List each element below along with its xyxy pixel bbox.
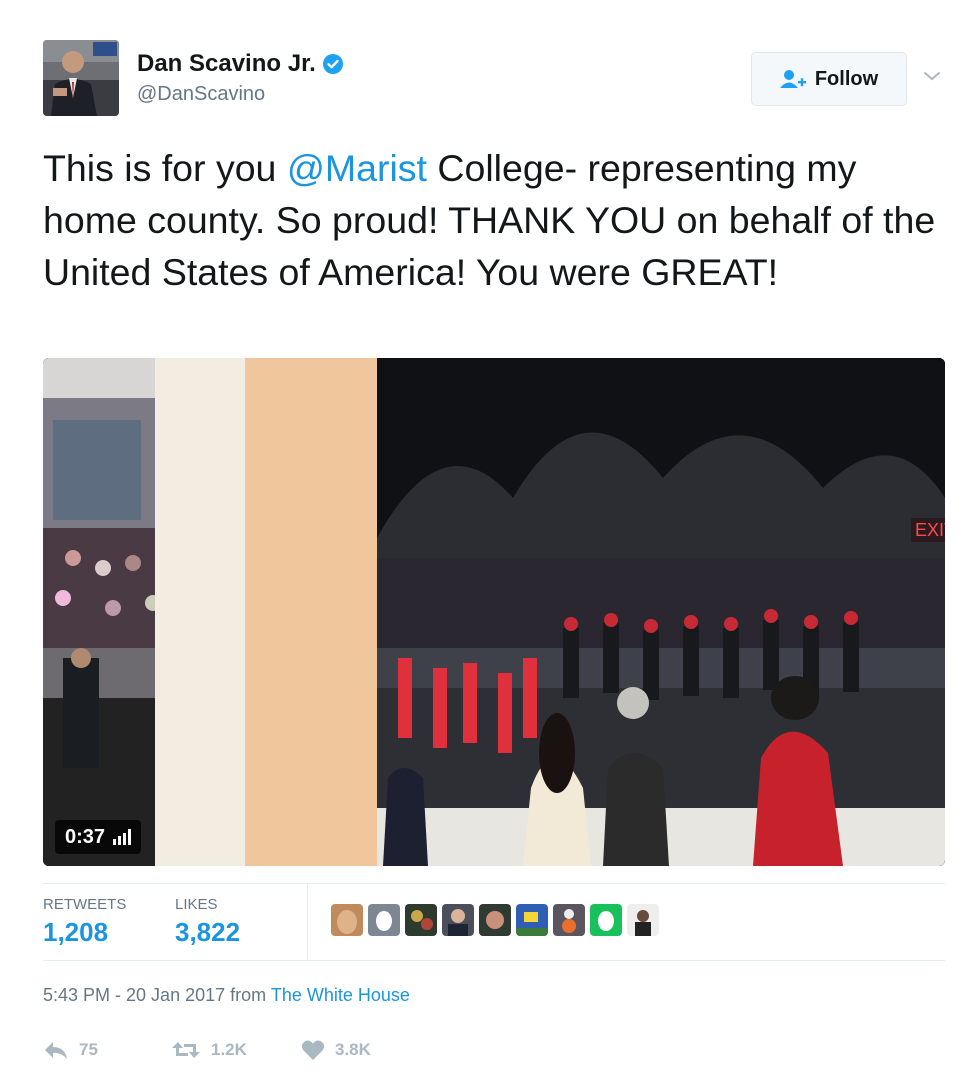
retweet-count: 1.2K [211, 1040, 247, 1059]
likes-label: LIKES [175, 896, 218, 913]
likes-count: 3,822 [175, 917, 241, 947]
liker-avatar[interactable] [553, 904, 585, 936]
video-duration: 0:37 [65, 825, 106, 848]
reply-icon [45, 1042, 67, 1059]
user-avatar[interactable] [43, 40, 119, 116]
retweet-button[interactable]: 1.2K [171, 1040, 301, 1060]
tweet-source-link[interactable]: The White House [271, 985, 410, 1005]
liker-avatar[interactable] [442, 904, 474, 936]
mention-link[interactable]: @Marist [287, 147, 427, 189]
user-names: Dan Scavino Jr. @DanScavino [137, 50, 344, 106]
reply-count: 75 [79, 1040, 98, 1059]
video-frame: EXIT [43, 358, 945, 866]
tweet-text-start: This is for you [43, 147, 287, 189]
heart-icon [301, 1040, 325, 1060]
tweet-stats: RETWEETS 1,208 LIKES 3,822 [43, 883, 945, 961]
liker-avatar[interactable] [331, 904, 363, 936]
liker-avatars [331, 904, 664, 936]
tweet-timestamp[interactable]: 5:43 PM - 20 Jan 2017 [43, 985, 225, 1005]
chevron-down-icon[interactable] [921, 68, 943, 84]
stats-divider [307, 884, 308, 960]
retweet-icon [172, 1042, 200, 1058]
verified-badge-icon [322, 53, 344, 75]
tweet-text: This is for you @Marist College- represe… [43, 142, 948, 298]
follow-label: Follow [814, 67, 879, 90]
liker-avatar-egg[interactable] [368, 904, 400, 936]
follow-button[interactable]: Follow [751, 52, 907, 106]
add-user-icon [779, 70, 806, 88]
liker-avatar[interactable] [479, 904, 511, 936]
reply-button[interactable]: 75 [43, 1040, 171, 1060]
exit-sign: EXIT [915, 520, 945, 540]
display-name[interactable]: Dan Scavino Jr. [137, 50, 316, 78]
likes-stat[interactable]: LIKES 3,822 [175, 896, 240, 948]
like-button[interactable]: 3.8K [301, 1039, 371, 1061]
tweet-metadata: 5:43 PM - 20 Jan 2017 from The White Hou… [43, 985, 410, 1006]
video-player[interactable]: EXIT 0:37 [43, 358, 945, 866]
tweet-header: Dan Scavino Jr. @DanScavino Follow [43, 40, 948, 120]
video-duration-badge: 0:37 [55, 820, 142, 854]
tweet-actions: 75 1.2K 3.8K [43, 1036, 371, 1064]
signal-bars-icon [113, 829, 132, 845]
liker-avatar-egg[interactable] [590, 904, 622, 936]
liker-avatar[interactable] [627, 904, 659, 936]
liker-avatar[interactable] [405, 904, 437, 936]
source-prefix: from [230, 985, 267, 1005]
liker-avatar[interactable] [516, 904, 548, 936]
retweets-count: 1,208 [43, 917, 109, 947]
retweets-stat[interactable]: RETWEETS 1,208 [43, 896, 126, 948]
user-handle[interactable]: @DanScavino [137, 83, 344, 106]
like-count: 3.8K [335, 1040, 371, 1059]
retweets-label: RETWEETS [43, 896, 127, 913]
